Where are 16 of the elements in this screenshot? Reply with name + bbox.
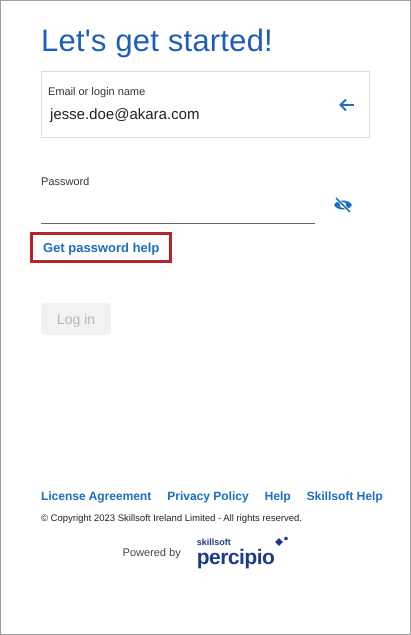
footer-link[interactable]: Help [264, 489, 291, 503]
email-field[interactable]: Email or login name jesse.doe@akara.com [41, 71, 370, 138]
password-help-link[interactable]: Get password help [30, 232, 172, 263]
footer-link[interactable]: Skillsoft Help [306, 489, 383, 503]
copyright-text: © Copyright 2023 Skillsoft Ireland Limited - All rights reserved. [41, 513, 303, 524]
eye-slash-icon[interactable] [333, 197, 353, 213]
powered-by-text: Powered by [122, 547, 181, 559]
field-label: Email or login name [48, 86, 146, 98]
page-title: Let's get started! [41, 23, 274, 59]
logo: skillsoft percipio [196, 538, 288, 568]
field-label: Password [41, 176, 90, 188]
footer-link[interactable]: License Agreement [41, 489, 152, 503]
back-arrow-icon[interactable] [339, 98, 355, 112]
password-field[interactable]: Password [41, 176, 315, 224]
footer-link[interactable]: Privacy Policy [167, 489, 249, 503]
email-value: jesse.doe@akara.com [48, 106, 200, 123]
